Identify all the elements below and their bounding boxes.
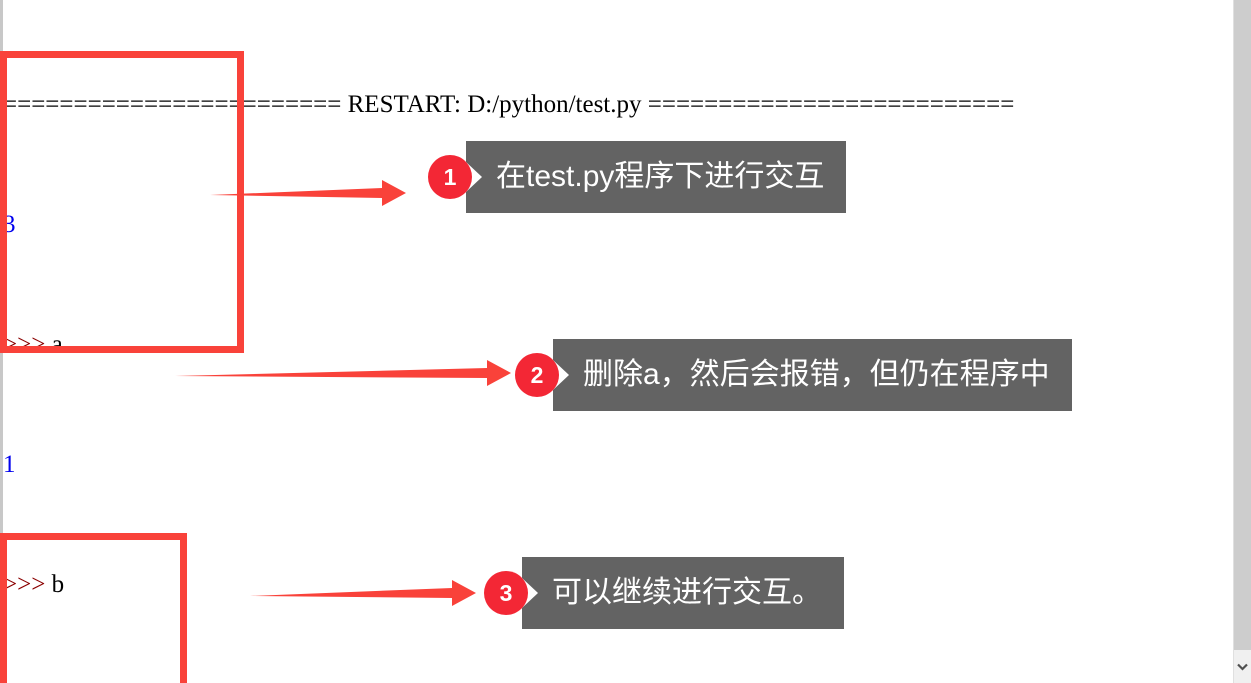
shell-code: a: [51, 331, 63, 358]
callout-bubble-1: 在test.py程序下进行交互: [466, 141, 847, 213]
callout-badge-2: 2: [515, 353, 559, 397]
callout-badge-3: 3: [484, 571, 528, 615]
vertical-scrollbar[interactable]: [1233, 0, 1251, 683]
scrollbar-thumb[interactable]: [1234, 0, 1251, 650]
shell-prompt: >>>: [3, 571, 52, 598]
arrow-3: [250, 580, 476, 606]
shell-line: 3: [3, 210, 1203, 240]
screenshot-root: ======================== RESTART: D:/pyt…: [0, 0, 1251, 683]
callout-2: 2 删除a，然后会报错，但仍在程序中: [515, 339, 1072, 411]
callout-badge-1: 1: [428, 155, 472, 199]
arrow-1: [210, 180, 406, 206]
shell-line: 1: [3, 450, 1203, 480]
callout-bubble-2: 删除a，然后会报错，但仍在程序中: [553, 339, 1072, 411]
callout-1: 1 在test.py程序下进行交互: [428, 141, 847, 213]
shell-output-value: 1: [3, 451, 16, 478]
scrollbar-down-button[interactable]: [1234, 650, 1251, 683]
arrow-2: [175, 360, 511, 386]
scrollbar-gap: [1203, 0, 1234, 683]
callout-3: 3 可以继续进行交互。: [484, 557, 844, 629]
chevron-down-icon: [1237, 663, 1248, 671]
callout-bubble-3: 可以继续进行交互。: [522, 557, 844, 629]
shell-output-value: 3: [3, 211, 16, 238]
shell-code: b: [51, 571, 65, 598]
restart-banner-line: ======================== RESTART: D:/pyt…: [3, 91, 1015, 118]
shell-prompt: >>>: [3, 331, 52, 358]
